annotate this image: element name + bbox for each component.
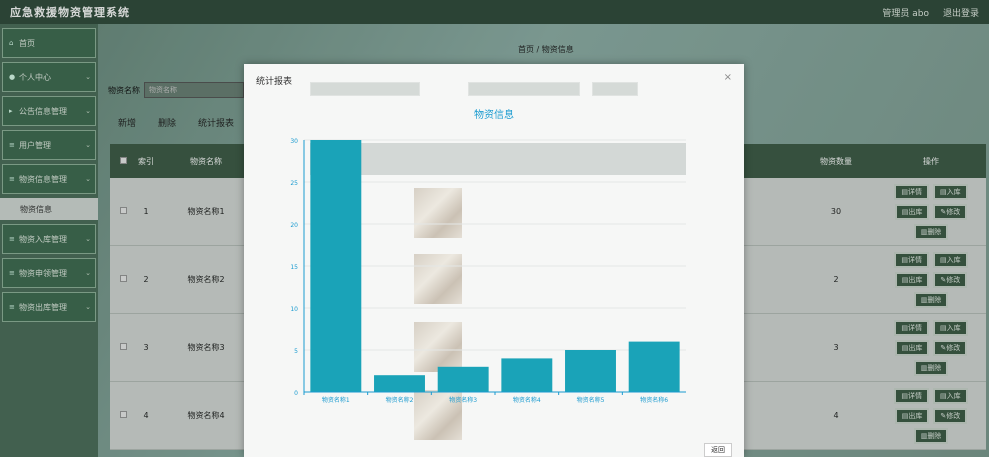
bar-chart: 物资信息 0 5 10 15 20 25 30 物资名称1 物资名称2 物资名称3 物资名称4 物资名… xyxy=(290,108,686,404)
y-tick-label: 20 xyxy=(290,222,298,229)
chart-bar[interactable] xyxy=(437,366,489,392)
chart-bar[interactable] xyxy=(565,350,616,392)
y-tick-label: 30 xyxy=(290,138,298,145)
x-tick-label: 物资名称5 xyxy=(577,396,605,404)
x-tick-label: 物资名称1 xyxy=(322,396,350,404)
chart-bar[interactable] xyxy=(310,140,362,392)
report-modal: 统计报表 × 物资信息 0 5 10 15 20 25 30 物资名称1 物资名称2 物资名称3 物… xyxy=(244,64,744,457)
chart-title: 物资信息 xyxy=(474,108,514,121)
x-tick-label: 物资名称4 xyxy=(513,396,541,404)
x-tick-label: 物资名称3 xyxy=(449,396,477,404)
x-tick-label: 物资名称6 xyxy=(640,396,668,404)
y-tick-label: 0 xyxy=(294,390,298,397)
chart-bar[interactable] xyxy=(374,375,425,392)
chart-bar[interactable] xyxy=(628,341,680,392)
y-tick-label: 25 xyxy=(290,180,298,187)
x-tick-label: 物资名称2 xyxy=(386,396,414,404)
y-tick-label: 15 xyxy=(290,264,298,271)
chart-bar[interactable] xyxy=(501,358,553,392)
y-tick-label: 5 xyxy=(294,348,298,355)
y-tick-label: 10 xyxy=(290,306,298,313)
back-button[interactable]: 返回 xyxy=(704,443,732,457)
